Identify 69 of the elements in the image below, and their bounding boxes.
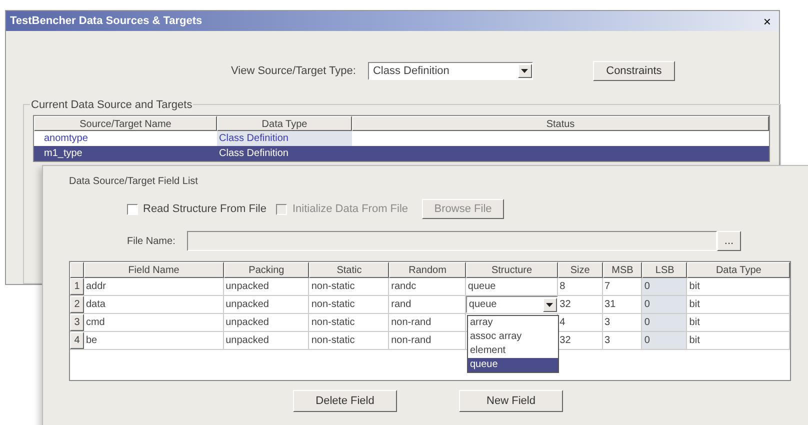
table-cell: addr [84, 278, 224, 295]
dropdown-option[interactable]: queue [468, 358, 558, 372]
table-cell: data [84, 296, 224, 313]
column-header: Random [389, 262, 466, 278]
caret-icon [518, 64, 532, 78]
column-header: Status [352, 116, 769, 131]
file-name-label: File Name: [127, 234, 176, 248]
table-cell: unpacked [224, 332, 310, 349]
checkbox-label: Read Structure From File [143, 202, 266, 217]
type-dropdown[interactable]: Class Definition [368, 62, 533, 80]
panel-title: Data Source/Target Field List [69, 175, 199, 189]
table-row[interactable]: m1_type Class Definition [34, 146, 769, 161]
table-cell: 0 [642, 332, 688, 349]
table-cell: bit [687, 314, 790, 331]
table-cell: Class Definition [217, 131, 352, 146]
group-title: Current Data Source and Targets [30, 97, 194, 114]
table-cell: non-static [309, 296, 390, 313]
constraints-button[interactable]: Constraints [592, 61, 675, 81]
table-cell: cmd [84, 314, 224, 331]
table-cell: unpacked [224, 296, 310, 313]
structure-dropdown[interactable]: queue [466, 296, 558, 313]
field-button[interactable]: Delete Field [293, 390, 397, 412]
dropdown-option[interactable]: assoc array [468, 330, 558, 344]
row-number: 1 [70, 278, 84, 295]
checkbox-label: Initialize Data From File [292, 202, 408, 217]
table-cell: unpacked [224, 278, 310, 295]
checkbox[interactable] [127, 204, 138, 214]
table-cell: 32 [558, 296, 603, 313]
close-button[interactable]: × [759, 14, 775, 28]
column-header: Size [558, 262, 603, 278]
dropdown-option[interactable]: array [468, 316, 558, 330]
table-cell: non-static [309, 278, 390, 295]
row-number: 2 [70, 296, 84, 313]
row-number: 3 [70, 314, 84, 331]
table-cell: non-rand [389, 314, 466, 331]
table-cell: unpacked [224, 314, 310, 331]
column-header: Static [309, 262, 390, 278]
table-cell: bit [687, 332, 790, 349]
caret-icon [542, 298, 557, 312]
table-cell-text: Class Definition [218, 147, 290, 161]
table-cell: 0 [642, 278, 688, 295]
column-header: Field Name [84, 262, 224, 278]
table-cell: bit [687, 278, 790, 295]
row-number: 4 [70, 332, 84, 349]
column-header: Packing [224, 262, 310, 278]
browse-button[interactable]: ... [717, 231, 741, 251]
table-cell: 8 [558, 278, 603, 295]
table-cell: bit [687, 296, 790, 313]
table-cell-text: anomtype [43, 132, 89, 146]
table-cell: queue [466, 278, 558, 295]
field-button[interactable]: New Field [459, 390, 563, 412]
table-cell: 0 [642, 314, 688, 331]
table-cell: 0 [642, 296, 688, 313]
table-cell: non-rand [389, 332, 466, 349]
window-title: TestBencher Data Sources & Targets [10, 14, 202, 29]
table-cell: be [84, 332, 224, 349]
type-label: View Source/Target Type: [231, 64, 356, 79]
file-name-field[interactable] [187, 231, 717, 251]
column-header: LSB [642, 262, 688, 278]
dropdown-option[interactable]: element [468, 344, 558, 358]
column-header: Structure [466, 262, 558, 278]
table-cell: randc [389, 278, 466, 295]
table-cell: non-static [309, 314, 390, 331]
column-header: MSB [602, 262, 642, 278]
column-header: Data Type [217, 116, 352, 131]
table-cell: non-static [309, 332, 390, 349]
column-header: Source/Target Name [34, 116, 217, 131]
table-cell-text: m1_type [43, 147, 84, 161]
column-header: Data Type [687, 262, 790, 278]
